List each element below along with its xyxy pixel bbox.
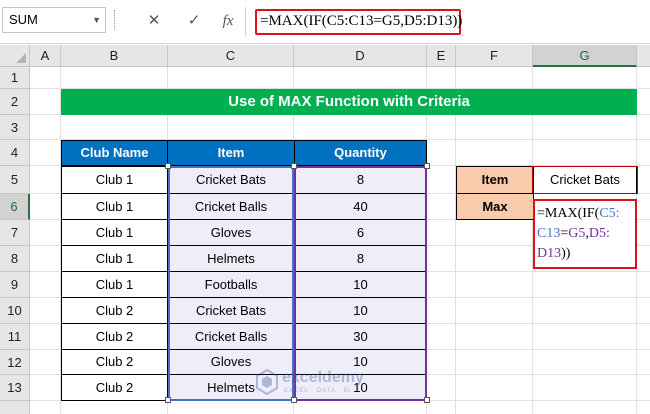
quantity-range-highlight <box>294 166 427 401</box>
club-name-cell[interactable]: Club 2 <box>61 297 168 324</box>
formula-part: D13 <box>537 246 562 261</box>
check-icon[interactable]: ✓ <box>183 11 205 31</box>
row-header-12[interactable]: 12 <box>0 350 30 375</box>
row-header-3[interactable]: 3 <box>0 115 30 140</box>
row-header-7[interactable]: 7 <box>0 220 30 246</box>
resize-handle[interactable] <box>165 397 171 403</box>
name-box-value: SUM <box>9 12 38 27</box>
row-header-overflow <box>0 401 30 414</box>
formula-bar: SUM ▼ ✕ ✓ fx =MAX(IF(C5:C13=G5,D5:D13)) <box>0 0 650 44</box>
formula-part: D5: <box>588 226 610 241</box>
formula-part: C5: <box>599 206 620 221</box>
club-name-cell[interactable]: Club 1 <box>61 166 168 194</box>
table-header-item[interactable]: Item <box>167 140 295 166</box>
item-range-highlight <box>168 166 294 401</box>
row-header-10[interactable]: 10 <box>0 298 30 324</box>
name-box[interactable]: SUM ▼ <box>2 7 106 33</box>
club-name-cell[interactable]: Club 1 <box>61 193 168 220</box>
table-header-quantity[interactable]: Quantity <box>294 140 427 166</box>
cancel-icon[interactable]: ✕ <box>143 11 165 31</box>
formula-part: G5 <box>568 226 586 241</box>
club-name-cell[interactable]: Club 1 <box>61 271 168 298</box>
column-header-g[interactable]: G <box>533 45 637 67</box>
select-all-corner[interactable] <box>0 45 30 67</box>
active-cell-editor[interactable]: =MAX(IF(C5: C13=G5,D5: D13)) <box>533 199 637 269</box>
formula-bar-divider <box>245 7 246 37</box>
row-header-2[interactable]: 2 <box>0 89 30 115</box>
formula-input[interactable]: =MAX(IF(C5:C13=G5,D5:D13)) <box>255 9 462 35</box>
column-header-e[interactable]: E <box>427 45 456 67</box>
row-header-5[interactable]: 5 <box>0 166 30 194</box>
row-header-11[interactable]: 11 <box>0 324 30 350</box>
formula-part: )) <box>561 246 571 261</box>
row-header-13[interactable]: 13 <box>0 375 30 401</box>
column-header-overflow <box>637 45 650 67</box>
formula-bar-grip[interactable] <box>114 10 118 30</box>
corner-triangle-icon <box>16 53 26 63</box>
insert-function-icon[interactable]: fx <box>217 11 239 31</box>
resize-handle[interactable] <box>424 163 430 169</box>
column-header-f[interactable]: F <box>456 45 533 67</box>
club-name-cell[interactable]: Club 2 <box>61 323 168 350</box>
column-header-a[interactable]: A <box>30 45 61 67</box>
formula-part: C13 <box>537 226 561 241</box>
row-header-1[interactable]: 1 <box>0 67 30 89</box>
club-name-cell[interactable]: Club 2 <box>61 349 168 375</box>
referenced-cell-highlight <box>532 166 638 194</box>
row-header-6[interactable]: 6 <box>0 194 30 220</box>
resize-handle[interactable] <box>165 163 171 169</box>
title-banner: Use of MAX Function with Criteria <box>61 89 637 115</box>
chevron-down-icon[interactable]: ▼ <box>92 8 101 32</box>
club-name-cell[interactable]: Club 1 <box>61 219 168 246</box>
resize-handle[interactable] <box>291 163 297 169</box>
column-header-c[interactable]: C <box>168 45 294 67</box>
max-label-cell[interactable]: Max <box>456 193 534 220</box>
watermark: exceldemy EXCEL · DATA · BI <box>256 367 396 397</box>
table-header-club-name[interactable]: Club Name <box>61 140 168 166</box>
row-header-4[interactable]: 4 <box>0 140 30 166</box>
watermark-subtitle: EXCEL · DATA · BI <box>284 388 352 394</box>
resize-handle[interactable] <box>291 397 297 403</box>
column-header-d[interactable]: D <box>294 45 427 67</box>
column-header-b[interactable]: B <box>61 45 168 67</box>
item-label-cell[interactable]: Item <box>456 166 534 194</box>
watermark-title: exceldemy <box>282 369 364 386</box>
exceldemy-logo-icon <box>256 369 278 395</box>
resize-handle[interactable] <box>424 397 430 403</box>
club-name-cell[interactable]: Club 1 <box>61 245 168 272</box>
gridline <box>455 67 456 414</box>
formula-part: =MAX(IF( <box>537 206 600 221</box>
row-header-9[interactable]: 9 <box>0 272 30 298</box>
club-name-cell[interactable]: Club 2 <box>61 374 168 401</box>
row-header-8[interactable]: 8 <box>0 246 30 272</box>
